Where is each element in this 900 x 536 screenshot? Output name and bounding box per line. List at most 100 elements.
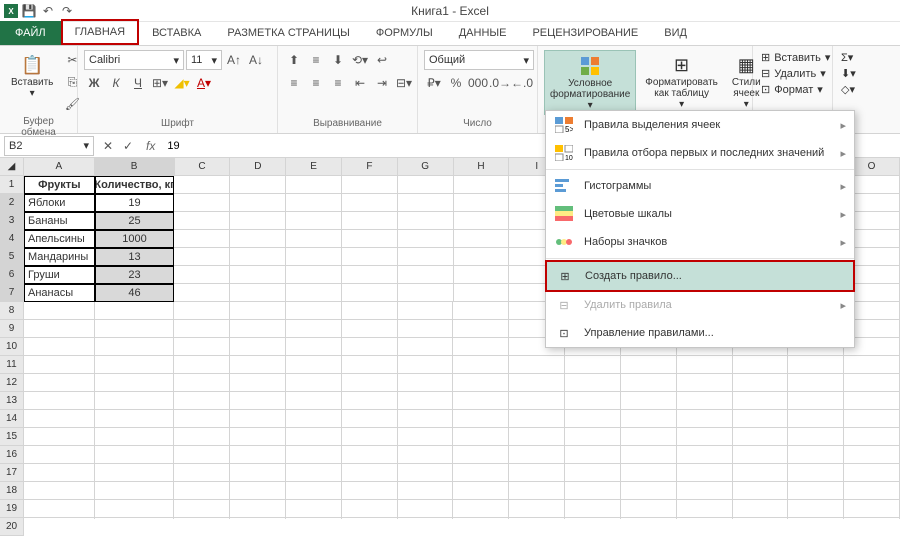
cell[interactable] (230, 320, 286, 338)
cell[interactable] (24, 464, 95, 482)
cell[interactable] (677, 392, 733, 410)
row-header[interactable]: 14 (0, 410, 24, 428)
cell[interactable] (95, 482, 175, 500)
cell[interactable] (24, 482, 95, 500)
cell[interactable] (174, 482, 230, 500)
cell[interactable] (286, 176, 342, 194)
tab-view[interactable]: ВИД (651, 21, 700, 45)
cell[interactable] (398, 176, 454, 194)
italic-button[interactable]: К (106, 73, 126, 93)
cell[interactable] (453, 428, 509, 446)
cell[interactable] (342, 338, 398, 356)
row-header[interactable]: 8 (0, 302, 24, 320)
tab-home[interactable]: ГЛАВНАЯ (61, 19, 139, 45)
cell[interactable] (733, 464, 789, 482)
cell[interactable] (24, 410, 95, 428)
cell[interactable] (788, 410, 844, 428)
cell[interactable] (453, 446, 509, 464)
cell[interactable] (230, 464, 286, 482)
cell[interactable] (398, 356, 454, 374)
fx-icon[interactable]: fx (138, 139, 163, 153)
cell[interactable] (174, 356, 230, 374)
cell[interactable] (454, 266, 510, 284)
tab-formulas[interactable]: ФОРМУЛЫ (363, 21, 446, 45)
cell[interactable] (95, 410, 175, 428)
cell[interactable] (342, 230, 398, 248)
col-header-E[interactable]: E (286, 158, 342, 176)
align-top-button[interactable]: ⬆ (284, 50, 304, 70)
col-header-F[interactable]: F (342, 158, 398, 176)
cell[interactable] (621, 428, 677, 446)
comma-button[interactable]: 000 (468, 73, 488, 93)
menu-highlight-rules[interactable]: 5> Правила выделения ячеек▸ (546, 111, 854, 139)
cell[interactable] (174, 230, 230, 248)
tab-review[interactable]: РЕЦЕНЗИРОВАНИЕ (519, 21, 651, 45)
row-header[interactable]: 3 (0, 212, 24, 230)
cell[interactable] (342, 446, 398, 464)
cell[interactable] (677, 410, 733, 428)
cell[interactable] (453, 410, 509, 428)
cell[interactable] (788, 374, 844, 392)
cell[interactable] (398, 428, 454, 446)
cell[interactable] (230, 176, 286, 194)
cell[interactable] (95, 356, 175, 374)
orientation-button[interactable]: ⟲▾ (350, 50, 370, 70)
cell[interactable] (398, 230, 454, 248)
cell[interactable] (454, 176, 510, 194)
cell[interactable] (677, 500, 733, 518)
cell[interactable] (230, 266, 286, 284)
cell[interactable] (342, 284, 398, 302)
cell[interactable] (342, 212, 398, 230)
cell[interactable] (174, 248, 230, 266)
cell[interactable] (95, 392, 175, 410)
cell[interactable] (286, 392, 342, 410)
row-header[interactable]: 1 (0, 176, 24, 194)
col-header-C[interactable]: C (175, 158, 231, 176)
cell[interactable] (509, 500, 565, 518)
cell[interactable] (286, 320, 342, 338)
cell[interactable] (95, 338, 175, 356)
cell[interactable] (565, 410, 621, 428)
cell[interactable] (454, 230, 510, 248)
cell[interactable] (454, 248, 510, 266)
cell[interactable]: Фрукты (24, 176, 95, 194)
col-header-D[interactable]: D (230, 158, 286, 176)
row-header[interactable]: 20 (0, 518, 24, 536)
cell[interactable] (398, 212, 454, 230)
format-as-table-button[interactable]: ⊞ Форматировать как таблицу▾ (640, 50, 723, 113)
cell[interactable]: 19 (95, 194, 175, 212)
tab-file[interactable]: ФАЙЛ (0, 21, 61, 45)
cell[interactable] (174, 464, 230, 482)
indent-inc-button[interactable]: ⇥ (372, 73, 392, 93)
cell[interactable] (565, 428, 621, 446)
cell[interactable] (453, 464, 509, 482)
autosum-button[interactable]: Σ▾ (839, 50, 867, 65)
cell[interactable] (788, 428, 844, 446)
cell[interactable] (509, 374, 565, 392)
cell[interactable] (788, 482, 844, 500)
cell[interactable] (95, 374, 175, 392)
cell[interactable] (565, 446, 621, 464)
cell[interactable] (621, 482, 677, 500)
cell[interactable] (286, 374, 342, 392)
row-header[interactable]: 6 (0, 266, 24, 284)
cell[interactable] (230, 482, 286, 500)
cell[interactable] (621, 410, 677, 428)
font-size-combo[interactable]: 11▾ (186, 50, 222, 70)
cell[interactable] (844, 374, 900, 392)
cell[interactable] (453, 482, 509, 500)
cell[interactable] (844, 356, 900, 374)
grow-font-button[interactable]: A↑ (224, 50, 244, 70)
cell[interactable] (342, 176, 398, 194)
undo-button[interactable]: ↶ (40, 3, 56, 19)
cell[interactable] (621, 374, 677, 392)
cell[interactable] (24, 356, 95, 374)
cell[interactable] (453, 320, 509, 338)
tab-data[interactable]: ДАННЫЕ (446, 21, 520, 45)
cell[interactable] (733, 500, 789, 518)
cell[interactable] (286, 248, 342, 266)
cell[interactable] (174, 500, 230, 518)
cell[interactable] (286, 230, 342, 248)
menu-clear-rules[interactable]: ⊟ Удалить правила▸ (546, 291, 854, 319)
cell[interactable] (174, 392, 230, 410)
